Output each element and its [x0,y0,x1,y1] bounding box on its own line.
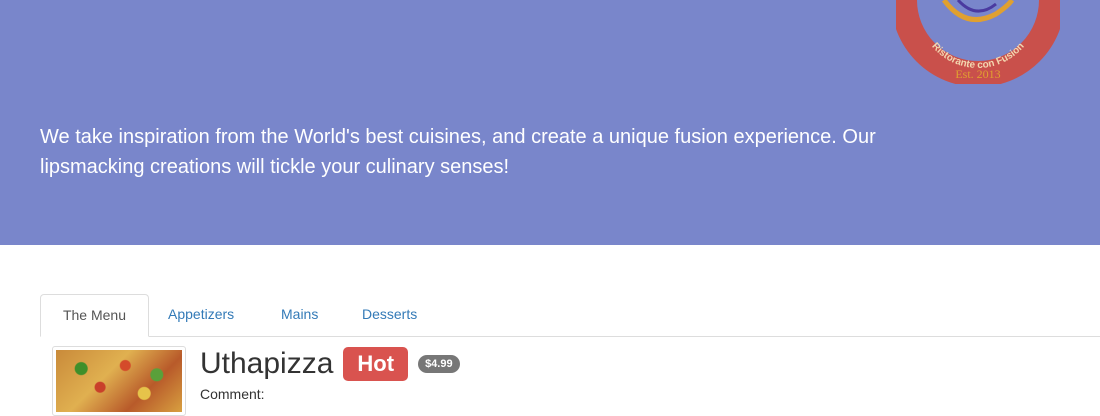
restaurant-logo: Ristorante con Fusion Est. 2013 [896,0,1060,84]
tab-mains[interactable]: Mains [281,294,318,335]
dish-name: Uthapizza [200,347,334,380]
dish-thumbnail[interactable] [52,346,186,416]
dish-media: Uthapizza Hot $4.99 Comment: [52,344,1100,416]
jumbotron-header: We take inspiration from the World's bes… [0,0,1100,245]
comment-label: Comment: [200,386,265,402]
menu-tabs: The Menu Appetizers Mains Desserts [40,294,1100,337]
logo-established-text: Est. 2013 [955,67,1000,81]
dish-heading: Uthapizza Hot $4.99 [200,344,460,384]
tab-desserts[interactable]: Desserts [362,294,417,335]
price-badge: $4.99 [418,355,460,373]
hot-label: Hot [343,347,409,381]
tab-appetizers[interactable]: Appetizers [168,294,234,335]
pizza-image [56,350,182,412]
tab-the-menu[interactable]: The Menu [40,294,149,337]
restaurant-tagline: We take inspiration from the World's bes… [40,126,876,178]
